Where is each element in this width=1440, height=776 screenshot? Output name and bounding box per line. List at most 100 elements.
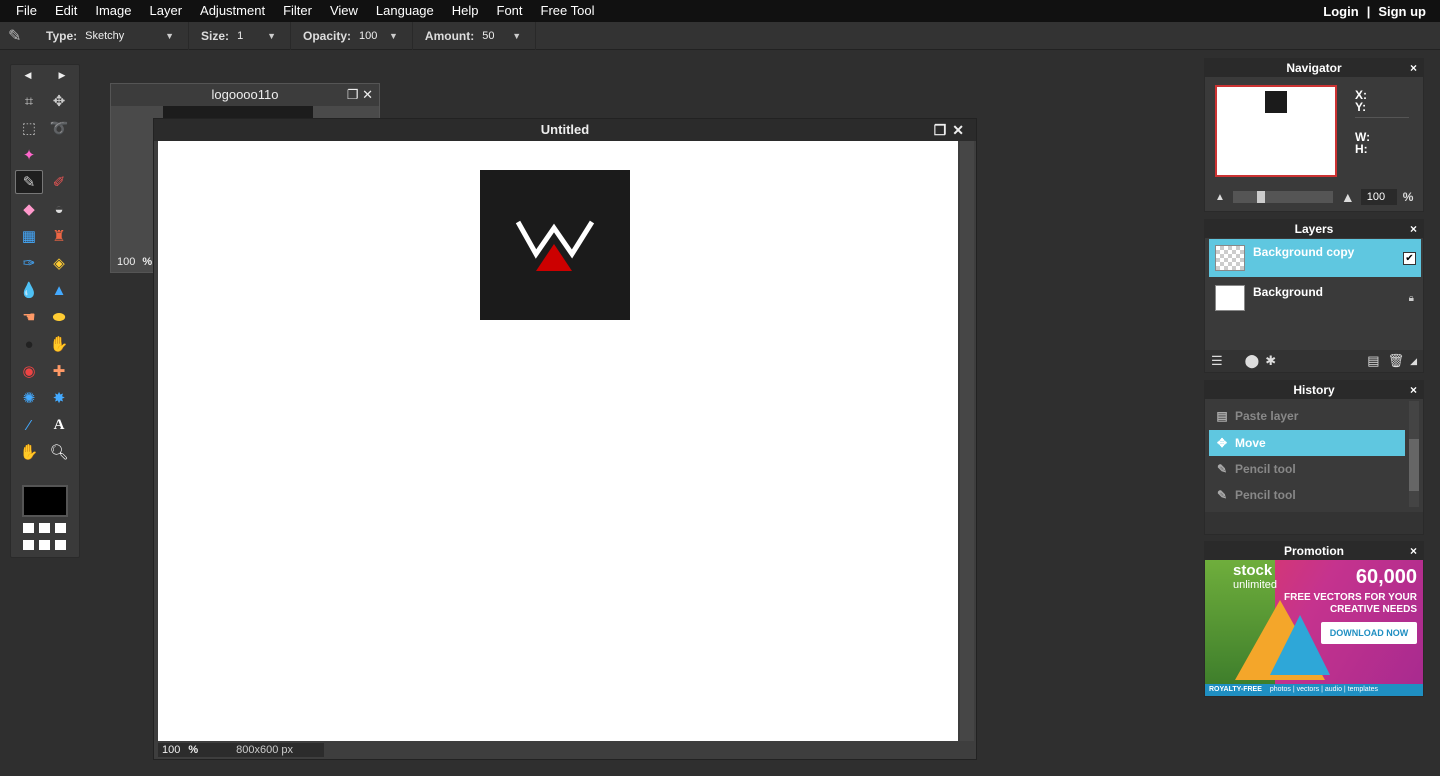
history-item[interactable]: ▤ Paste layer [1209,403,1405,429]
magic-wand-icon[interactable]: ✦ [15,143,43,167]
arrow-right-icon[interactable]: ▶ [59,70,66,81]
palette-cell[interactable] [55,540,66,550]
close-icon[interactable]: × [1410,381,1417,399]
document-title-bar[interactable]: logoooo11o ❐ ✕ [111,84,379,106]
sponge-tool-icon[interactable]: ⬬ [45,305,73,329]
h-label: H: [1355,142,1368,156]
foreground-color-swatch[interactable] [22,485,68,517]
eraser-tool-icon[interactable]: ◆ [15,197,43,221]
zoom-input[interactable]: 100 [1360,189,1397,205]
pinch-tool-icon[interactable]: ✸ [45,386,73,410]
zoom-value[interactable]: 100 [162,744,180,756]
layer-settings-icon[interactable]: ☰ [1211,353,1223,369]
red-eye-tool-icon[interactable]: ◉ [15,359,43,383]
palette-cell[interactable] [39,523,50,533]
color-picker-icon[interactable]: ⁄ [15,413,43,437]
signup-link[interactable]: Sign up [1378,4,1426,19]
menu-free-tool[interactable]: Free Tool [532,0,604,22]
layer-row-background-copy[interactable]: Background copy ✔ [1209,239,1421,277]
shape-tool-icon[interactable]: ◈ [45,251,73,275]
chevron-down-icon[interactable]: ▼ [165,31,174,41]
close-icon[interactable]: ✕ [362,87,373,102]
drop-tool-icon[interactable]: 💧 [15,278,43,302]
history-item[interactable]: ✎ Pencil tool [1209,456,1405,482]
resize-handle-icon[interactable]: ◢ [1410,356,1417,367]
sharpen-tool-icon[interactable]: ▲ [45,278,73,302]
hand-tool-icon[interactable]: ✋ [15,440,43,464]
arrow-left-icon[interactable]: ◀ [25,70,32,81]
download-now-button[interactable]: DOWNLOAD NOW [1321,622,1417,644]
zoom-slider[interactable] [1232,191,1333,203]
layer-effects-icon[interactable]: ✱ [1265,353,1276,369]
scrollbar-thumb[interactable] [1409,439,1419,491]
zoom-value[interactable]: 100 [117,256,135,268]
palette-cell[interactable] [23,540,34,550]
zoom-tool-icon[interactable]: 🔍︎ [45,440,73,464]
chevron-down-icon[interactable]: ▼ [267,31,276,41]
gradient-tool-icon[interactable]: ▦ [15,224,43,248]
canvas[interactable] [158,141,958,741]
layer-row-background[interactable]: Background 🔒︎ [1209,279,1421,317]
navigator-thumbnail[interactable] [1215,85,1337,177]
history-scrollbar[interactable] [1409,401,1419,507]
crop-tool-icon[interactable]: ⌗ [15,89,43,113]
document-title-bar[interactable]: Untitled ❐✕ [154,119,976,141]
restore-icon[interactable]: ❐ [347,87,359,102]
type-select[interactable]: Sketchy [81,30,161,42]
lasso-tool-icon[interactable]: ➰ [45,116,73,140]
trash-icon[interactable]: 🗑︎ [1388,353,1405,369]
text-tool-icon[interactable]: A [45,413,73,437]
menu-bar: File Edit Image Layer Adjustment Filter … [0,0,1440,22]
chevron-down-icon[interactable]: ▼ [512,31,521,41]
palette-cell[interactable] [23,523,34,533]
menu-adjustment[interactable]: Adjustment [191,0,274,22]
new-layer-icon[interactable]: ▤ [1367,353,1379,369]
history-item-selected[interactable]: ✥ Move [1209,430,1405,456]
spot-heal-icon[interactable]: ✚ [45,359,73,383]
close-icon[interactable]: ✕ [952,122,970,138]
burn-tool-icon[interactable]: ● [15,332,43,356]
layer-mask-icon[interactable]: ⬤ [1245,353,1260,369]
menu-file[interactable]: File [0,0,46,22]
menu-edit[interactable]: Edit [46,0,86,22]
chevron-down-icon[interactable]: ▼ [389,31,398,41]
opacity-input[interactable]: 100 [355,30,385,42]
layer-visibility-checkbox[interactable]: ✔ [1403,251,1416,265]
pencil-tool-icon[interactable]: ✎ [15,170,43,194]
zoom-out-icon[interactable]: ▲ [1215,192,1225,203]
dodge-tool-icon[interactable]: ✋ [45,332,73,356]
marquee-tool-icon[interactable]: ⬚ [15,116,43,140]
history-item[interactable]: ✎ Pencil tool [1209,482,1405,508]
amount-input[interactable]: 50 [478,30,508,42]
menu-view[interactable]: View [321,0,367,22]
menu-layer[interactable]: Layer [141,0,192,22]
document-window-untitled[interactable]: Untitled ❐✕ 100 % 800x600 px [153,118,977,760]
smudge-tool-icon[interactable]: ☚ [15,305,43,329]
brand-name: stock [1233,562,1273,579]
brand-sub: unlimited [1233,579,1278,591]
zoom-slider-knob[interactable] [1256,191,1265,203]
menu-font[interactable]: Font [488,0,532,22]
brush-tool-icon[interactable]: ✐ [45,170,73,194]
close-icon[interactable]: × [1410,542,1417,560]
zoom-in-icon[interactable]: ▲ [1341,189,1355,205]
size-input[interactable]: 1 [233,30,263,42]
close-icon[interactable]: × [1410,220,1417,238]
menu-help[interactable]: Help [443,0,488,22]
restore-icon[interactable]: ❐ [934,122,953,138]
palette-cell[interactable] [39,540,50,550]
move-tool-icon[interactable]: ✥ [45,89,73,113]
menu-filter[interactable]: Filter [274,0,321,22]
login-link[interactable]: Login [1323,4,1358,19]
navigator-coordinates: X: Y: W: H: [1355,89,1409,155]
bloat-tool-icon[interactable]: ✺ [15,386,43,410]
promo-banner[interactable]: stock unlimited 60,000 FREE VECTORS FOR … [1205,560,1423,696]
color-replace-icon[interactable]: ✑ [15,251,43,275]
menu-image[interactable]: Image [86,0,140,22]
stamp-tool-icon[interactable]: ♜ [45,224,73,248]
vertical-scrollbar[interactable] [960,141,974,741]
close-icon[interactable]: × [1410,59,1417,77]
menu-language[interactable]: Language [367,0,443,22]
palette-cell[interactable] [55,523,66,533]
bucket-tool-icon[interactable]: ◒ [45,197,73,221]
